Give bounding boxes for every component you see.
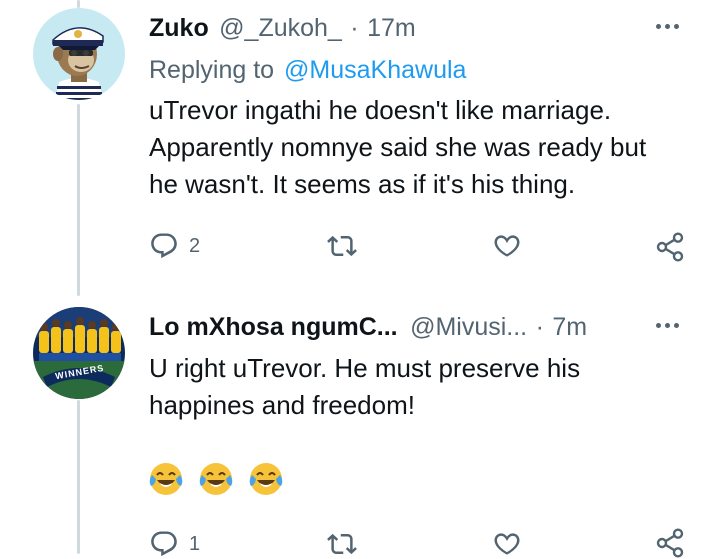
team-winners-avatar-image xyxy=(33,307,125,399)
tweet-author-name[interactable]: Zuko xyxy=(149,14,209,42)
ape-captain-avatar-image xyxy=(33,8,125,100)
tweet-author-handle[interactable]: @Mivusi... xyxy=(410,313,527,341)
heart-icon xyxy=(494,235,520,257)
face-with-tears-of-joy-icon xyxy=(199,463,233,495)
reply-button[interactable]: 1 xyxy=(149,529,200,559)
tweet-timestamp[interactable]: 7m xyxy=(552,313,587,341)
emoji-row xyxy=(148,461,284,497)
separator-dot: · xyxy=(535,313,544,341)
like-button[interactable] xyxy=(492,529,522,559)
retweet-icon xyxy=(327,235,357,257)
more-dot xyxy=(674,323,679,328)
replying-to-label: Replying to xyxy=(149,56,275,84)
thread-line-top xyxy=(77,0,80,8)
retweet-button[interactable] xyxy=(327,231,357,261)
face-with-tears-of-joy-icon xyxy=(149,463,183,495)
avatar-zuko[interactable] xyxy=(33,8,125,100)
avatar-lo-mxhosa[interactable]: WINNERS xyxy=(33,307,125,399)
share-button[interactable] xyxy=(654,231,686,263)
tweet-timestamp[interactable]: 17m xyxy=(367,14,416,42)
tweet-text: uTrevor ingathi he doesn't like marriage… xyxy=(149,92,646,203)
retweet-icon xyxy=(327,533,357,555)
tweet-text: U right uTrevor. He must preserve his ha… xyxy=(149,350,580,424)
share-icon xyxy=(656,232,684,262)
tweet-text-line: happines and freedom! xyxy=(149,390,415,420)
tweet-text-line: uTrevor ingathi he doesn't like marriage… xyxy=(149,95,612,125)
more-dot xyxy=(665,24,670,29)
replying-to-handle[interactable]: @MusaKhawula xyxy=(284,56,466,84)
like-button[interactable] xyxy=(492,231,522,261)
reply-count: 2 xyxy=(189,234,201,257)
tweet-author-name[interactable]: Lo mXhosa ngumC... xyxy=(149,313,398,341)
more-options-button[interactable] xyxy=(656,323,679,328)
more-options-button[interactable] xyxy=(656,24,679,29)
share-button[interactable] xyxy=(654,527,686,559)
face-with-tears-of-joy-icon xyxy=(249,463,283,495)
thread-line-tweet1 xyxy=(77,104,80,296)
reply-icon xyxy=(151,233,177,259)
more-dot xyxy=(665,323,670,328)
thread-line-tweet2 xyxy=(77,400,80,554)
tweet-text-line: he wasn't. It seems as if it's his thing… xyxy=(149,169,576,199)
tweet-author-handle[interactable]: @_Zukoh_ xyxy=(219,14,342,42)
more-options-icon xyxy=(656,323,661,328)
reply-count: 1 xyxy=(189,532,201,555)
retweet-button[interactable] xyxy=(327,529,357,559)
tweet-text-line: U right uTrevor. He must preserve his xyxy=(149,353,581,383)
tweet-text-line: Apparently nomnye said she was ready but xyxy=(149,132,647,162)
more-options-icon xyxy=(656,24,661,29)
more-dot xyxy=(674,24,679,29)
reply-icon xyxy=(151,531,177,557)
heart-icon xyxy=(494,533,520,555)
reply-button[interactable]: 2 xyxy=(149,231,200,261)
separator-dot: · xyxy=(350,14,359,42)
share-icon xyxy=(656,528,684,558)
